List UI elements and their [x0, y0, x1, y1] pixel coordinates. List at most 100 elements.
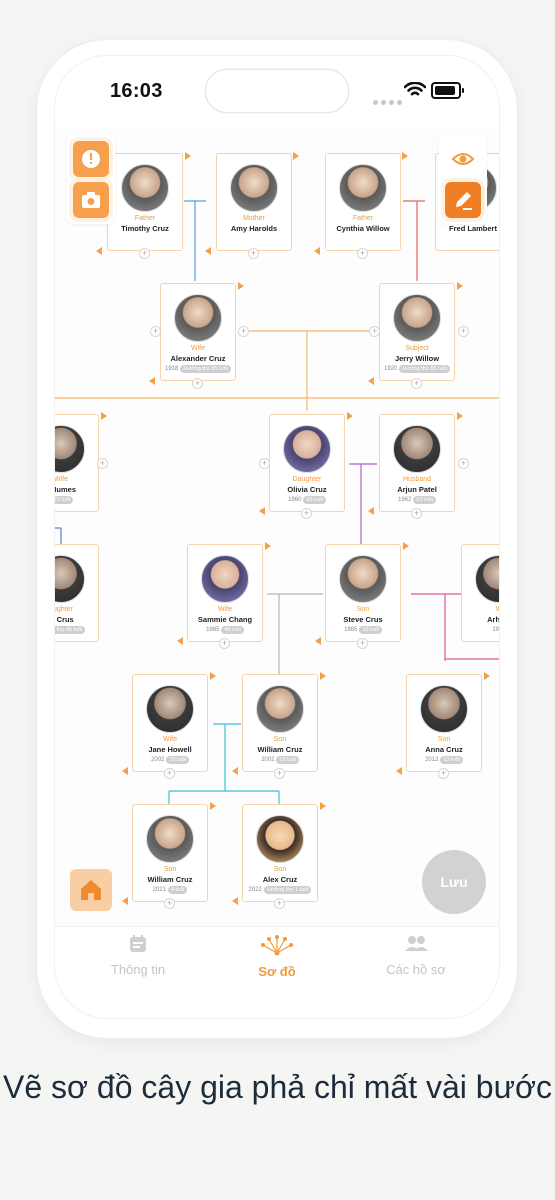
person-card[interactable]: Son Steve Crus 1985 39 tuổi	[325, 544, 401, 642]
expand-arrow-icon[interactable]	[320, 672, 326, 680]
birth-year: 2002	[151, 757, 165, 763]
collapse-arrow-icon[interactable]	[232, 897, 238, 905]
person-card[interactable]: Son William Cruz 2002 23 tuổi	[242, 674, 318, 772]
age-badge: Hưởng thọ 85 tuổi	[180, 365, 231, 373]
person-meta: 1920 Hưởng thọ 85 tuổi	[380, 364, 454, 374]
collapse-arrow-icon[interactable]	[314, 247, 320, 255]
add-relative-icon[interactable]: +	[192, 378, 203, 389]
save-button[interactable]: Lưu	[422, 850, 486, 914]
collapse-arrow-icon[interactable]	[96, 247, 102, 255]
expand-arrow-icon[interactable]	[210, 802, 216, 810]
person-card[interactable]: Daughter Olivia Cruz 1960 65 tuổi	[269, 414, 345, 512]
birth-year: 2012	[425, 757, 439, 763]
collapse-arrow-icon[interactable]	[368, 377, 374, 385]
avatar	[475, 555, 499, 603]
age-badge: 13 tuổi	[440, 756, 463, 764]
expand-arrow-icon[interactable]	[101, 412, 107, 420]
collapse-arrow-icon[interactable]	[315, 637, 321, 645]
alert-button[interactable]	[73, 141, 109, 177]
person-card[interactable]: Son Anna Cruz 2012 13 tuổi	[406, 674, 482, 772]
collapse-arrow-icon[interactable]	[177, 637, 183, 645]
add-relative-icon[interactable]: +	[150, 326, 161, 337]
expand-arrow-icon[interactable]	[457, 282, 463, 290]
add-relative-icon[interactable]: +	[164, 898, 175, 909]
add-relative-icon[interactable]: +	[357, 248, 368, 259]
add-relative-icon[interactable]: +	[357, 638, 368, 649]
avatar	[420, 685, 468, 733]
person-card[interactable]: Son William Cruz 2021 4 tuổi	[132, 804, 208, 902]
home-button[interactable]	[70, 869, 112, 911]
person-meta: 2022 Hưởng thọ 1 tuổi	[243, 885, 317, 895]
add-relative-icon[interactable]: +	[458, 326, 469, 337]
collapse-arrow-icon[interactable]	[149, 377, 155, 385]
person-card[interactable]: Wife Jane Howell 2002 23 tuổi	[132, 674, 208, 772]
expand-arrow-icon[interactable]	[293, 152, 299, 160]
add-relative-icon[interactable]: +	[164, 768, 175, 779]
person-card[interactable]: Wife Sammie Chang 1985 40 tuổi	[187, 544, 263, 642]
add-relative-icon[interactable]: +	[411, 378, 422, 389]
collapse-arrow-icon[interactable]	[232, 767, 238, 775]
person-card[interactable]: Father Timothy Cruz	[107, 153, 183, 251]
tab-cac-ho-so[interactable]: Các hồ sơ	[361, 933, 471, 977]
expand-arrow-icon[interactable]	[403, 542, 409, 550]
expand-arrow-icon[interactable]	[185, 152, 191, 160]
avatar	[256, 815, 304, 863]
person-card[interactable]: Wife Alexander Cruz 1918 Hưởng thọ 85 tuổ…	[160, 283, 236, 381]
home-icon	[81, 880, 101, 900]
add-relative-icon[interactable]: +	[259, 458, 270, 469]
person-card[interactable]: Wife r Humes 70 tuổi	[55, 414, 99, 512]
age-badge: 65 tuổi	[303, 496, 326, 504]
add-relative-icon[interactable]: +	[274, 898, 285, 909]
person-card[interactable]: aughter ie Crus ưởng thọ 45 tuổi	[55, 544, 99, 642]
avatar	[55, 555, 85, 603]
person-card[interactable]: Subject Jerry Willow 1920 Hưởng thọ 85 tu…	[379, 283, 455, 381]
add-relative-icon[interactable]: +	[274, 768, 285, 779]
person-name: Timothy Cruz	[121, 224, 169, 233]
expand-arrow-icon[interactable]	[402, 152, 408, 160]
edit-button[interactable]	[445, 182, 481, 218]
birth-year: 1962	[398, 497, 412, 503]
person-card[interactable]: Father Cynthia Willow	[325, 153, 401, 251]
add-relative-icon[interactable]: +	[139, 248, 150, 259]
add-relative-icon[interactable]: +	[301, 508, 312, 519]
add-relative-icon[interactable]: +	[219, 638, 230, 649]
age-badge: 70 tuổi	[55, 496, 74, 504]
view-button[interactable]	[445, 141, 481, 177]
tab-thong-tin[interactable]: Thông tin	[83, 933, 193, 977]
collapse-arrow-icon[interactable]	[259, 507, 265, 515]
collapse-arrow-icon[interactable]	[205, 247, 211, 255]
collapse-arrow-icon[interactable]	[368, 507, 374, 515]
person-card[interactable]: Son Alex Cruz 2022 Hưởng thọ 1 tuổi	[242, 804, 318, 902]
add-relative-icon[interactable]: +	[238, 326, 249, 337]
person-card[interactable]: W Arham 1983	[461, 544, 499, 642]
expand-arrow-icon[interactable]	[457, 412, 463, 420]
avatar	[393, 425, 441, 473]
person-card[interactable]: Husband Arjun Patel 1962 63 tuổi	[379, 414, 455, 512]
add-relative-icon[interactable]: +	[369, 326, 380, 337]
tab-so-do[interactable]: Sơ đồ	[222, 933, 332, 979]
person-role: Father	[352, 215, 374, 222]
expand-arrow-icon[interactable]	[265, 542, 271, 550]
person-meta: ưởng thọ 45 tuổi	[55, 625, 98, 635]
expand-arrow-icon[interactable]	[320, 802, 326, 810]
birth-year: 2021	[152, 887, 166, 893]
tree-icon	[261, 935, 293, 956]
expand-arrow-icon[interactable]	[347, 412, 353, 420]
camera-button[interactable]	[73, 182, 109, 218]
collapse-arrow-icon[interactable]	[122, 767, 128, 775]
eye-icon	[451, 153, 475, 165]
add-relative-icon[interactable]: +	[97, 458, 108, 469]
add-relative-icon[interactable]: +	[458, 458, 469, 469]
add-relative-icon[interactable]: +	[248, 248, 259, 259]
expand-arrow-icon[interactable]	[484, 672, 490, 680]
tab-label: Thông tin	[110, 962, 166, 977]
add-relative-icon[interactable]: +	[438, 768, 449, 779]
family-tree-canvas[interactable]: Father Timothy Cruz Mother Amy Harolds F…	[55, 126, 499, 926]
expand-arrow-icon[interactable]	[210, 672, 216, 680]
add-relative-icon[interactable]: +	[411, 508, 422, 519]
expand-arrow-icon[interactable]	[238, 282, 244, 290]
person-card[interactable]: Mother Amy Harolds	[216, 153, 292, 251]
collapse-arrow-icon[interactable]	[396, 767, 402, 775]
age-badge: 40 tuổi	[221, 626, 244, 634]
collapse-arrow-icon[interactable]	[122, 897, 128, 905]
